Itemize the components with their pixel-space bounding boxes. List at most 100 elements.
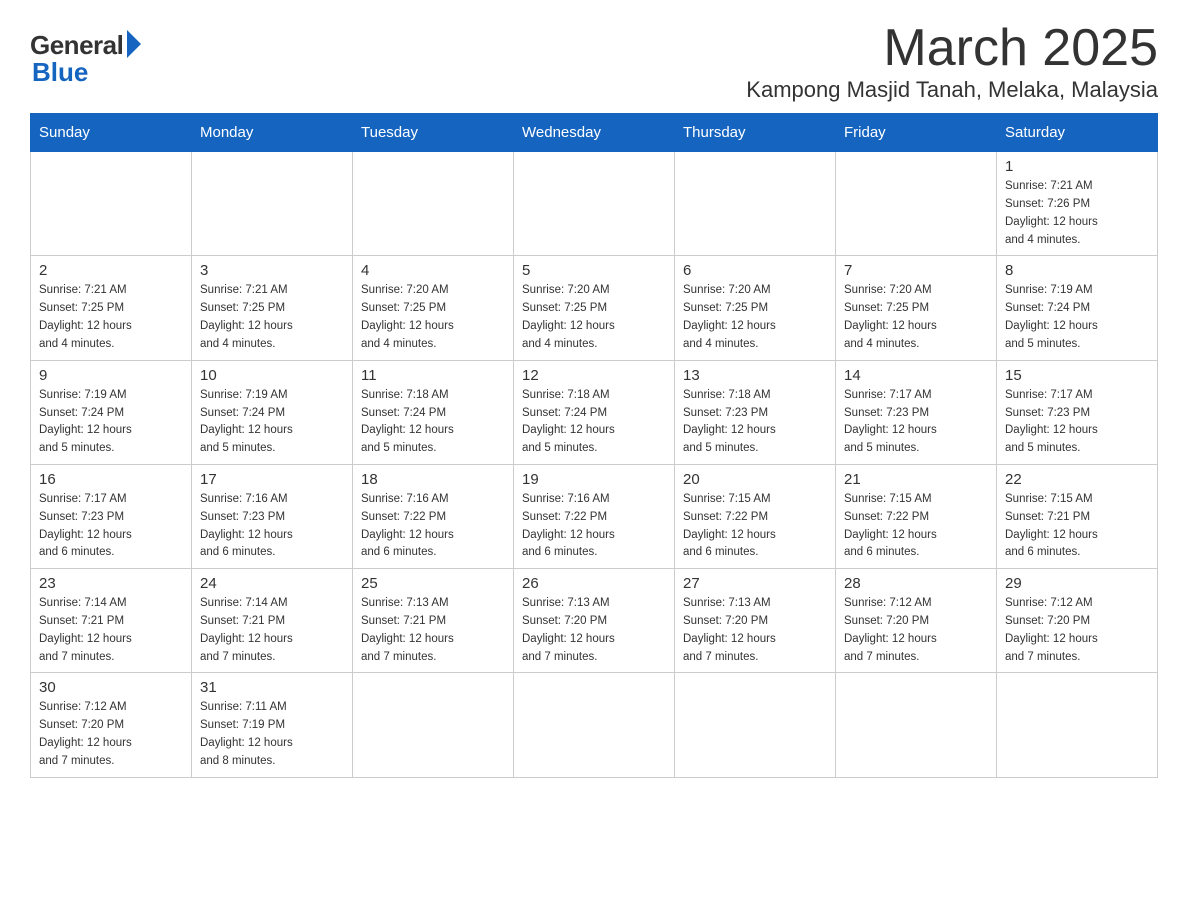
day-number: 21 — [844, 471, 988, 488]
calendar-week-row: 23 Sunrise: 7:14 AM Sunset: 7:21 PM Dayli… — [31, 569, 1158, 673]
weekday-header: Sunday — [31, 114, 192, 152]
calendar-cell: 30 Sunrise: 7:12 AM Sunset: 7:20 PM Dayli… — [31, 673, 192, 777]
calendar-cell: 31Sunrise: 7:11 AM Sunset: 7:19 PM Dayli… — [192, 673, 353, 777]
calendar-cell: 19Sunrise: 7:16 AM Sunset: 7:22 PM Dayli… — [514, 464, 675, 568]
day-info: Sunrise: 7:18 AM Sunset: 7:23 PM Dayligh… — [683, 387, 827, 458]
calendar-cell: 29Sunrise: 7:12 AM Sunset: 7:20 PM Dayli… — [997, 569, 1158, 673]
logo-triangle-icon — [127, 30, 141, 58]
calendar-cell: 3 Sunrise: 7:21 AM Sunset: 7:25 PM Daylig… — [192, 256, 353, 360]
day-number: 6 — [683, 262, 827, 279]
calendar-cell: 9 Sunrise: 7:19 AM Sunset: 7:24 PM Daylig… — [31, 360, 192, 464]
weekday-header: Saturday — [997, 114, 1158, 152]
day-info: Sunrise: 7:21 AM Sunset: 7:25 PM Dayligh… — [39, 282, 183, 353]
calendar-cell: 6 Sunrise: 7:20 AM Sunset: 7:25 PM Daylig… — [675, 256, 836, 360]
day-number: 31 — [200, 679, 344, 696]
day-info: Sunrise: 7:15 AM Sunset: 7:22 PM Dayligh… — [683, 491, 827, 562]
day-info: Sunrise: 7:12 AM Sunset: 7:20 PM Dayligh… — [844, 595, 988, 666]
calendar-cell: 14 Sunrise: 7:17 AM Sunset: 7:23 PM Dayli… — [836, 360, 997, 464]
day-number: 25 — [361, 575, 505, 592]
calendar-cell: 16Sunrise: 7:17 AM Sunset: 7:23 PM Dayli… — [31, 464, 192, 568]
calendar-cell: 10Sunrise: 7:19 AM Sunset: 7:24 PM Dayli… — [192, 360, 353, 464]
weekday-header: Monday — [192, 114, 353, 152]
calendar-cell: 11 Sunrise: 7:18 AM Sunset: 7:24 PM Dayli… — [353, 360, 514, 464]
day-info: Sunrise: 7:20 AM Sunset: 7:25 PM Dayligh… — [844, 282, 988, 353]
calendar-cell: 22Sunrise: 7:15 AM Sunset: 7:21 PM Dayli… — [997, 464, 1158, 568]
page-header: General Blue March 2025 Kampong Masjid T… — [30, 20, 1158, 103]
day-info: Sunrise: 7:17 AM Sunset: 7:23 PM Dayligh… — [844, 387, 988, 458]
day-number: 27 — [683, 575, 827, 592]
day-info: Sunrise: 7:12 AM Sunset: 7:20 PM Dayligh… — [39, 699, 183, 770]
calendar-cell: 25 Sunrise: 7:13 AM Sunset: 7:21 PM Dayli… — [353, 569, 514, 673]
day-number: 4 — [361, 262, 505, 279]
day-number: 20 — [683, 471, 827, 488]
calendar-week-row: 2Sunrise: 7:21 AM Sunset: 7:25 PM Daylig… — [31, 256, 1158, 360]
calendar-cell — [836, 152, 997, 256]
calendar-cell: 26Sunrise: 7:13 AM Sunset: 7:20 PM Dayli… — [514, 569, 675, 673]
day-number: 24 — [200, 575, 344, 592]
calendar-cell: 18Sunrise: 7:16 AM Sunset: 7:22 PM Dayli… — [353, 464, 514, 568]
day-info: Sunrise: 7:14 AM Sunset: 7:21 PM Dayligh… — [39, 595, 183, 666]
day-number: 30 — [39, 679, 183, 696]
day-number: 10 — [200, 367, 344, 384]
day-info: Sunrise: 7:16 AM Sunset: 7:23 PM Dayligh… — [200, 491, 344, 562]
day-number: 11 — [361, 367, 505, 384]
day-number: 15 — [1005, 367, 1149, 384]
day-info: Sunrise: 7:18 AM Sunset: 7:24 PM Dayligh… — [361, 387, 505, 458]
calendar-cell — [353, 673, 514, 777]
calendar-cell — [997, 673, 1158, 777]
day-number: 9 — [39, 367, 183, 384]
calendar-cell: 23 Sunrise: 7:14 AM Sunset: 7:21 PM Dayli… — [31, 569, 192, 673]
day-number: 13 — [683, 367, 827, 384]
day-info: Sunrise: 7:13 AM Sunset: 7:20 PM Dayligh… — [683, 595, 827, 666]
day-info: Sunrise: 7:19 AM Sunset: 7:24 PM Dayligh… — [39, 387, 183, 458]
weekday-header: Friday — [836, 114, 997, 152]
calendar-cell: 2Sunrise: 7:21 AM Sunset: 7:25 PM Daylig… — [31, 256, 192, 360]
day-number: 12 — [522, 367, 666, 384]
calendar-cell: 1 Sunrise: 7:21 AM Sunset: 7:26 PM Daylig… — [997, 152, 1158, 256]
month-title: March 2025 — [746, 20, 1158, 77]
day-info: Sunrise: 7:17 AM Sunset: 7:23 PM Dayligh… — [1005, 387, 1149, 458]
day-number: 23 — [39, 575, 183, 592]
calendar-table: SundayMondayTuesdayWednesdayThursdayFrid… — [30, 113, 1158, 778]
day-number: 28 — [844, 575, 988, 592]
calendar-cell — [514, 673, 675, 777]
calendar-cell: 28 Sunrise: 7:12 AM Sunset: 7:20 PM Dayli… — [836, 569, 997, 673]
calendar-cell — [514, 152, 675, 256]
day-info: Sunrise: 7:20 AM Sunset: 7:25 PM Dayligh… — [683, 282, 827, 353]
calendar-cell: 8Sunrise: 7:19 AM Sunset: 7:24 PM Daylig… — [997, 256, 1158, 360]
day-number: 1 — [1005, 158, 1149, 175]
day-number: 5 — [522, 262, 666, 279]
calendar-cell: 17 Sunrise: 7:16 AM Sunset: 7:23 PM Dayli… — [192, 464, 353, 568]
day-info: Sunrise: 7:21 AM Sunset: 7:26 PM Dayligh… — [1005, 178, 1149, 249]
calendar-cell: 15 Sunrise: 7:17 AM Sunset: 7:23 PM Dayli… — [997, 360, 1158, 464]
day-info: Sunrise: 7:20 AM Sunset: 7:25 PM Dayligh… — [361, 282, 505, 353]
day-info: Sunrise: 7:16 AM Sunset: 7:22 PM Dayligh… — [522, 491, 666, 562]
calendar-week-row: 9 Sunrise: 7:19 AM Sunset: 7:24 PM Daylig… — [31, 360, 1158, 464]
day-info: Sunrise: 7:20 AM Sunset: 7:25 PM Dayligh… — [522, 282, 666, 353]
weekday-header: Tuesday — [353, 114, 514, 152]
calendar-cell: 21 Sunrise: 7:15 AM Sunset: 7:22 PM Dayli… — [836, 464, 997, 568]
day-info: Sunrise: 7:21 AM Sunset: 7:25 PM Dayligh… — [200, 282, 344, 353]
weekday-header: Thursday — [675, 114, 836, 152]
day-info: Sunrise: 7:15 AM Sunset: 7:22 PM Dayligh… — [844, 491, 988, 562]
calendar-week-row: 1 Sunrise: 7:21 AM Sunset: 7:26 PM Daylig… — [31, 152, 1158, 256]
day-info: Sunrise: 7:14 AM Sunset: 7:21 PM Dayligh… — [200, 595, 344, 666]
title-block: March 2025 Kampong Masjid Tanah, Melaka,… — [746, 20, 1158, 103]
calendar-cell — [675, 673, 836, 777]
day-number: 29 — [1005, 575, 1149, 592]
day-info: Sunrise: 7:13 AM Sunset: 7:21 PM Dayligh… — [361, 595, 505, 666]
day-number: 22 — [1005, 471, 1149, 488]
day-number: 3 — [200, 262, 344, 279]
logo-blue-text: Blue — [32, 57, 88, 88]
calendar-cell — [675, 152, 836, 256]
logo: General Blue — [30, 30, 141, 88]
calendar-cell: 4 Sunrise: 7:20 AM Sunset: 7:25 PM Daylig… — [353, 256, 514, 360]
calendar-cell — [353, 152, 514, 256]
calendar-cell — [836, 673, 997, 777]
calendar-cell: 5 Sunrise: 7:20 AM Sunset: 7:25 PM Daylig… — [514, 256, 675, 360]
day-number: 14 — [844, 367, 988, 384]
day-number: 17 — [200, 471, 344, 488]
day-number: 16 — [39, 471, 183, 488]
day-number: 7 — [844, 262, 988, 279]
day-info: Sunrise: 7:13 AM Sunset: 7:20 PM Dayligh… — [522, 595, 666, 666]
